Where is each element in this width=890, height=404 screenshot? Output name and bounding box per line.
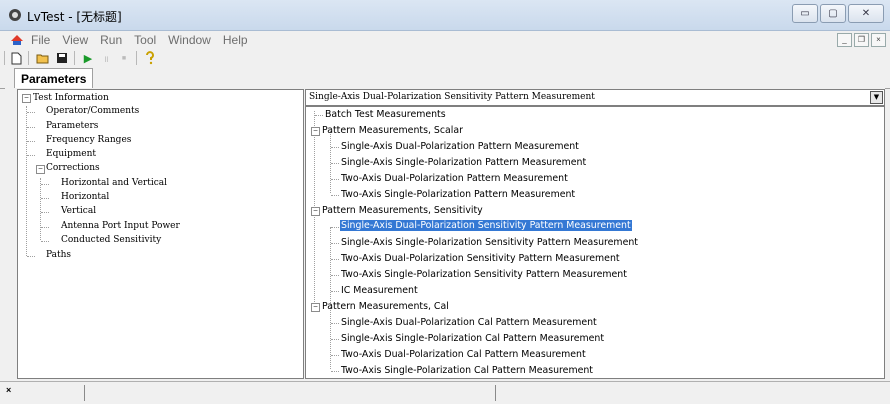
tree-node-corrections[interactable]: Corrections xyxy=(46,163,100,173)
collapse-icon[interactable]: − xyxy=(311,303,320,312)
tree-node-measurement[interactable]: Single-Axis Single-Polarization Sensitiv… xyxy=(341,237,638,248)
maximize-button[interactable]: ▢ xyxy=(820,4,846,23)
pause-icon[interactable]: ॥ xyxy=(99,51,113,65)
tree-node-parameters[interactable]: Parameters xyxy=(46,121,98,131)
mdi-restore-button[interactable]: ❐ xyxy=(854,33,869,47)
window-title: LvTest - [无标题] xyxy=(27,10,122,24)
save-icon[interactable] xyxy=(55,51,69,65)
tree-node-measurement[interactable]: Two-Axis Dual-Polarization Cal Pattern M… xyxy=(341,349,586,360)
tree-node-operator-comments[interactable]: Operator/Comments xyxy=(46,106,139,116)
tree-node-frequency-ranges[interactable]: Frequency Ranges xyxy=(46,135,131,145)
tree-node-group-sensitivity[interactable]: Pattern Measurements, Sensitivity xyxy=(322,205,483,216)
tree-node-horizontal[interactable]: Horizontal xyxy=(61,192,109,202)
open-folder-icon[interactable] xyxy=(36,51,50,65)
toolbar-separator xyxy=(4,51,5,65)
app-icon xyxy=(9,9,21,21)
mdi-minimize-button[interactable]: _ xyxy=(837,33,852,47)
mdi-close-button[interactable]: × xyxy=(871,33,886,47)
tree-node-selected-measurement[interactable]: Single-Axis Dual-Polarization Sensitivit… xyxy=(340,220,632,231)
status-pane xyxy=(84,385,85,401)
collapse-icon[interactable]: − xyxy=(311,127,320,136)
toolbar-separator xyxy=(136,51,137,65)
title-bar: LvTest - [无标题] ▭ ▢ ✕ xyxy=(0,0,890,31)
dropdown-arrow-icon[interactable]: ▼ xyxy=(870,91,883,104)
menu-file[interactable]: File xyxy=(31,33,50,47)
tree-node-batch-test-measurements[interactable]: Batch Test Measurements xyxy=(325,109,446,120)
menu-view[interactable]: View xyxy=(62,33,88,47)
run-icon[interactable]: ▶ xyxy=(81,51,95,65)
new-file-icon[interactable] xyxy=(9,51,23,65)
menu-bar: File View Run Tool Window Help _ ❐ × xyxy=(0,31,890,49)
test-information-tree[interactable]: − Test Information Operator/Comments Par… xyxy=(17,89,304,379)
toolbar-separator xyxy=(28,51,29,65)
measurement-select[interactable]: Single-Axis Dual-Polarization Sensitivit… xyxy=(305,89,885,106)
tree-node-measurement[interactable]: Single-Axis Dual-Polarization Cal Patter… xyxy=(341,317,597,328)
tree-node-measurement[interactable]: Single-Axis Single-Polarization Pattern … xyxy=(341,157,586,168)
tab-parameters[interactable]: Parameters xyxy=(14,68,94,89)
tree-node-antenna-port-input-power[interactable]: Antenna Port Input Power xyxy=(61,221,180,231)
measurement-select-value: Single-Axis Dual-Polarization Sensitivit… xyxy=(309,92,595,102)
status-pane xyxy=(495,385,496,401)
tree-node-group-cal[interactable]: Pattern Measurements, Cal xyxy=(322,301,449,312)
tree-node-measurement[interactable]: Two-Axis Dual-Polarization Sensitivity P… xyxy=(341,253,620,264)
menu-run[interactable]: Run xyxy=(100,33,122,47)
mdi-child-icon xyxy=(11,35,23,45)
close-button[interactable]: ✕ xyxy=(848,4,884,23)
status-close-icon[interactable]: × xyxy=(6,385,11,395)
minimize-button[interactable]: ▭ xyxy=(792,4,818,23)
collapse-icon[interactable]: − xyxy=(22,94,31,103)
tree-node-measurement[interactable]: Two-Axis Single-Polarization Pattern Mea… xyxy=(341,189,575,200)
tab-strip: Parameters xyxy=(0,67,890,89)
collapse-icon[interactable]: − xyxy=(36,165,45,174)
help-icon[interactable] xyxy=(143,51,157,65)
tree-node-measurement[interactable]: Single-Axis Dual-Polarization Pattern Me… xyxy=(341,141,579,152)
toolbar-separator xyxy=(74,51,75,65)
measurement-panel: Single-Axis Dual-Polarization Sensitivit… xyxy=(305,89,885,379)
collapse-icon[interactable]: − xyxy=(311,207,320,216)
tree-node-measurement[interactable]: Two-Axis Single-Polarization Sensitivity… xyxy=(341,269,627,280)
tree-node-ic-measurement[interactable]: IC Measurement xyxy=(341,285,418,296)
main-content: − Test Information Operator/Comments Par… xyxy=(5,88,885,380)
tree-node-measurement[interactable]: Single-Axis Single-Polarization Cal Patt… xyxy=(341,333,604,344)
tree-node-test-information[interactable]: Test Information xyxy=(33,93,109,103)
tree-node-group-scalar[interactable]: Pattern Measurements, Scalar xyxy=(322,125,463,136)
stop-icon[interactable]: ■ xyxy=(117,51,131,65)
tree-node-measurement[interactable]: Two-Axis Dual-Polarization Pattern Measu… xyxy=(341,173,568,184)
tree-node-measurement[interactable]: Two-Axis Single-Polarization Cal Pattern… xyxy=(341,365,593,376)
tree-node-equipment[interactable]: Equipment xyxy=(46,149,96,159)
menu-help[interactable]: Help xyxy=(223,33,248,47)
menu-window[interactable]: Window xyxy=(168,33,211,47)
menu-tool[interactable]: Tool xyxy=(134,33,156,47)
tree-node-conducted-sensitivity[interactable]: Conducted Sensitivity xyxy=(61,235,161,245)
toolbar: ▶ ॥ ■ xyxy=(0,49,890,67)
status-bar: × xyxy=(0,381,890,404)
tree-node-horizontal-and-vertical[interactable]: Horizontal and Vertical xyxy=(61,178,167,188)
measurement-tree[interactable]: Batch Test Measurements − Pattern Measur… xyxy=(305,106,885,379)
tree-node-paths[interactable]: Paths xyxy=(46,250,71,260)
tree-node-vertical[interactable]: Vertical xyxy=(61,206,96,216)
